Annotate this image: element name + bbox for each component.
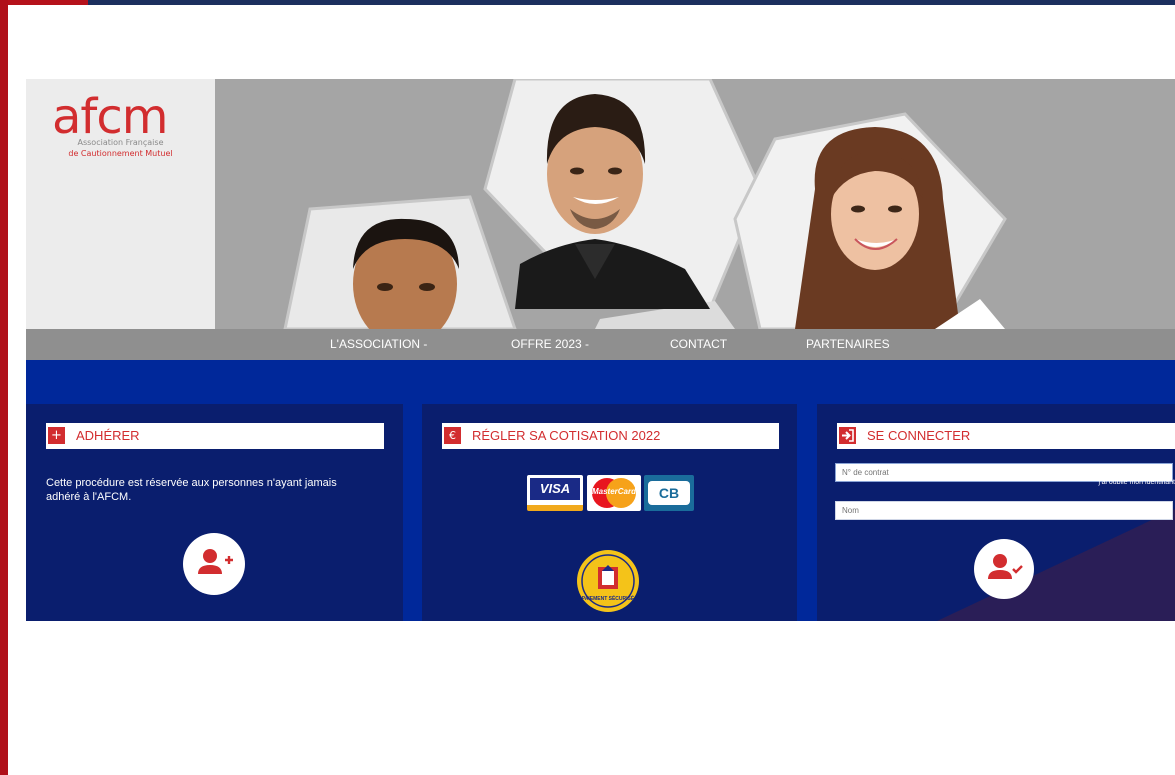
actions-band: + ADHÉRER Cette procédure est réservée a… bbox=[26, 360, 1175, 621]
person-left-photo bbox=[353, 218, 459, 329]
plus-icon: + bbox=[48, 427, 65, 444]
mastercard-logo: MasterCard bbox=[587, 475, 641, 511]
login-submit-button[interactable] bbox=[974, 539, 1034, 599]
login-icon bbox=[839, 427, 856, 444]
logo-subtitle-1: Association Française bbox=[77, 138, 164, 147]
logo-wordmark: afcm bbox=[52, 89, 168, 145]
paiement-securise-badge: PAIEMENT SÉCURISÉ bbox=[576, 549, 640, 613]
cotisation-title: RÉGLER SA COTISATION 2022 bbox=[472, 428, 661, 443]
euro-icon: € bbox=[444, 427, 461, 444]
adherer-description: Cette procédure est réservée aux personn… bbox=[46, 477, 337, 503]
logo[interactable]: afcm Association Française de Cautionnem… bbox=[26, 79, 215, 329]
visa-logo: VISA bbox=[527, 475, 583, 511]
main-nav: L'ASSOCIATION - OFFRE 2023 - CONTACT PAR… bbox=[26, 329, 1175, 360]
add-user-button[interactable] bbox=[183, 533, 245, 595]
nav-item-contact[interactable]: CONTACT bbox=[670, 337, 727, 351]
cb-logo: CB bbox=[644, 475, 694, 511]
mastercard-mark: MasterCard bbox=[591, 487, 636, 496]
secure-seal-text: PAIEMENT SÉCURISÉ bbox=[581, 596, 635, 602]
nav-item-partenaires[interactable]: PARTENAIRES bbox=[806, 337, 890, 351]
adherer-header[interactable]: + ADHÉRER bbox=[46, 423, 384, 449]
connecter-title: SE CONNECTER bbox=[867, 428, 971, 443]
user-check-icon bbox=[988, 554, 1023, 579]
add-user-icon bbox=[198, 549, 233, 574]
hero-banner bbox=[215, 79, 1175, 329]
site-header: afcm Association Française de Cautionnem… bbox=[26, 79, 1175, 329]
logo-subtitle-2: de Cautionnement Mutuel bbox=[68, 149, 173, 158]
adherer-title: ADHÉRER bbox=[76, 428, 140, 443]
browser-frame-left bbox=[0, 0, 8, 775]
cotisation-header[interactable]: € RÉGLER SA COTISATION 2022 bbox=[442, 423, 779, 449]
nav-item-offre-2023[interactable]: OFFRE 2023 - bbox=[511, 337, 589, 351]
visa-mark: VISA bbox=[530, 478, 580, 500]
secure-seal bbox=[577, 550, 639, 612]
connecter-panel: SE CONNECTER j'ai oublié mon identifiant bbox=[817, 404, 1175, 621]
cotisation-panel: € RÉGLER SA COTISATION 2022 VISA MasterC… bbox=[422, 404, 797, 621]
name-input[interactable] bbox=[835, 501, 1173, 520]
browser-frame-top bbox=[0, 0, 1175, 5]
connecter-header[interactable]: SE CONNECTER bbox=[837, 423, 1175, 449]
cb-mark: CB bbox=[648, 481, 690, 505]
nav-item-association[interactable]: L'ASSOCIATION - bbox=[330, 337, 427, 351]
login-arrow-icon bbox=[842, 429, 854, 442]
browser-frame-accent bbox=[0, 0, 88, 5]
forgot-identifier-link[interactable]: j'ai oublié mon identifiant bbox=[1099, 479, 1175, 486]
site-container: afcm Association Française de Cautionnem… bbox=[26, 79, 1175, 621]
adherer-panel: + ADHÉRER Cette procédure est réservée a… bbox=[26, 404, 403, 621]
